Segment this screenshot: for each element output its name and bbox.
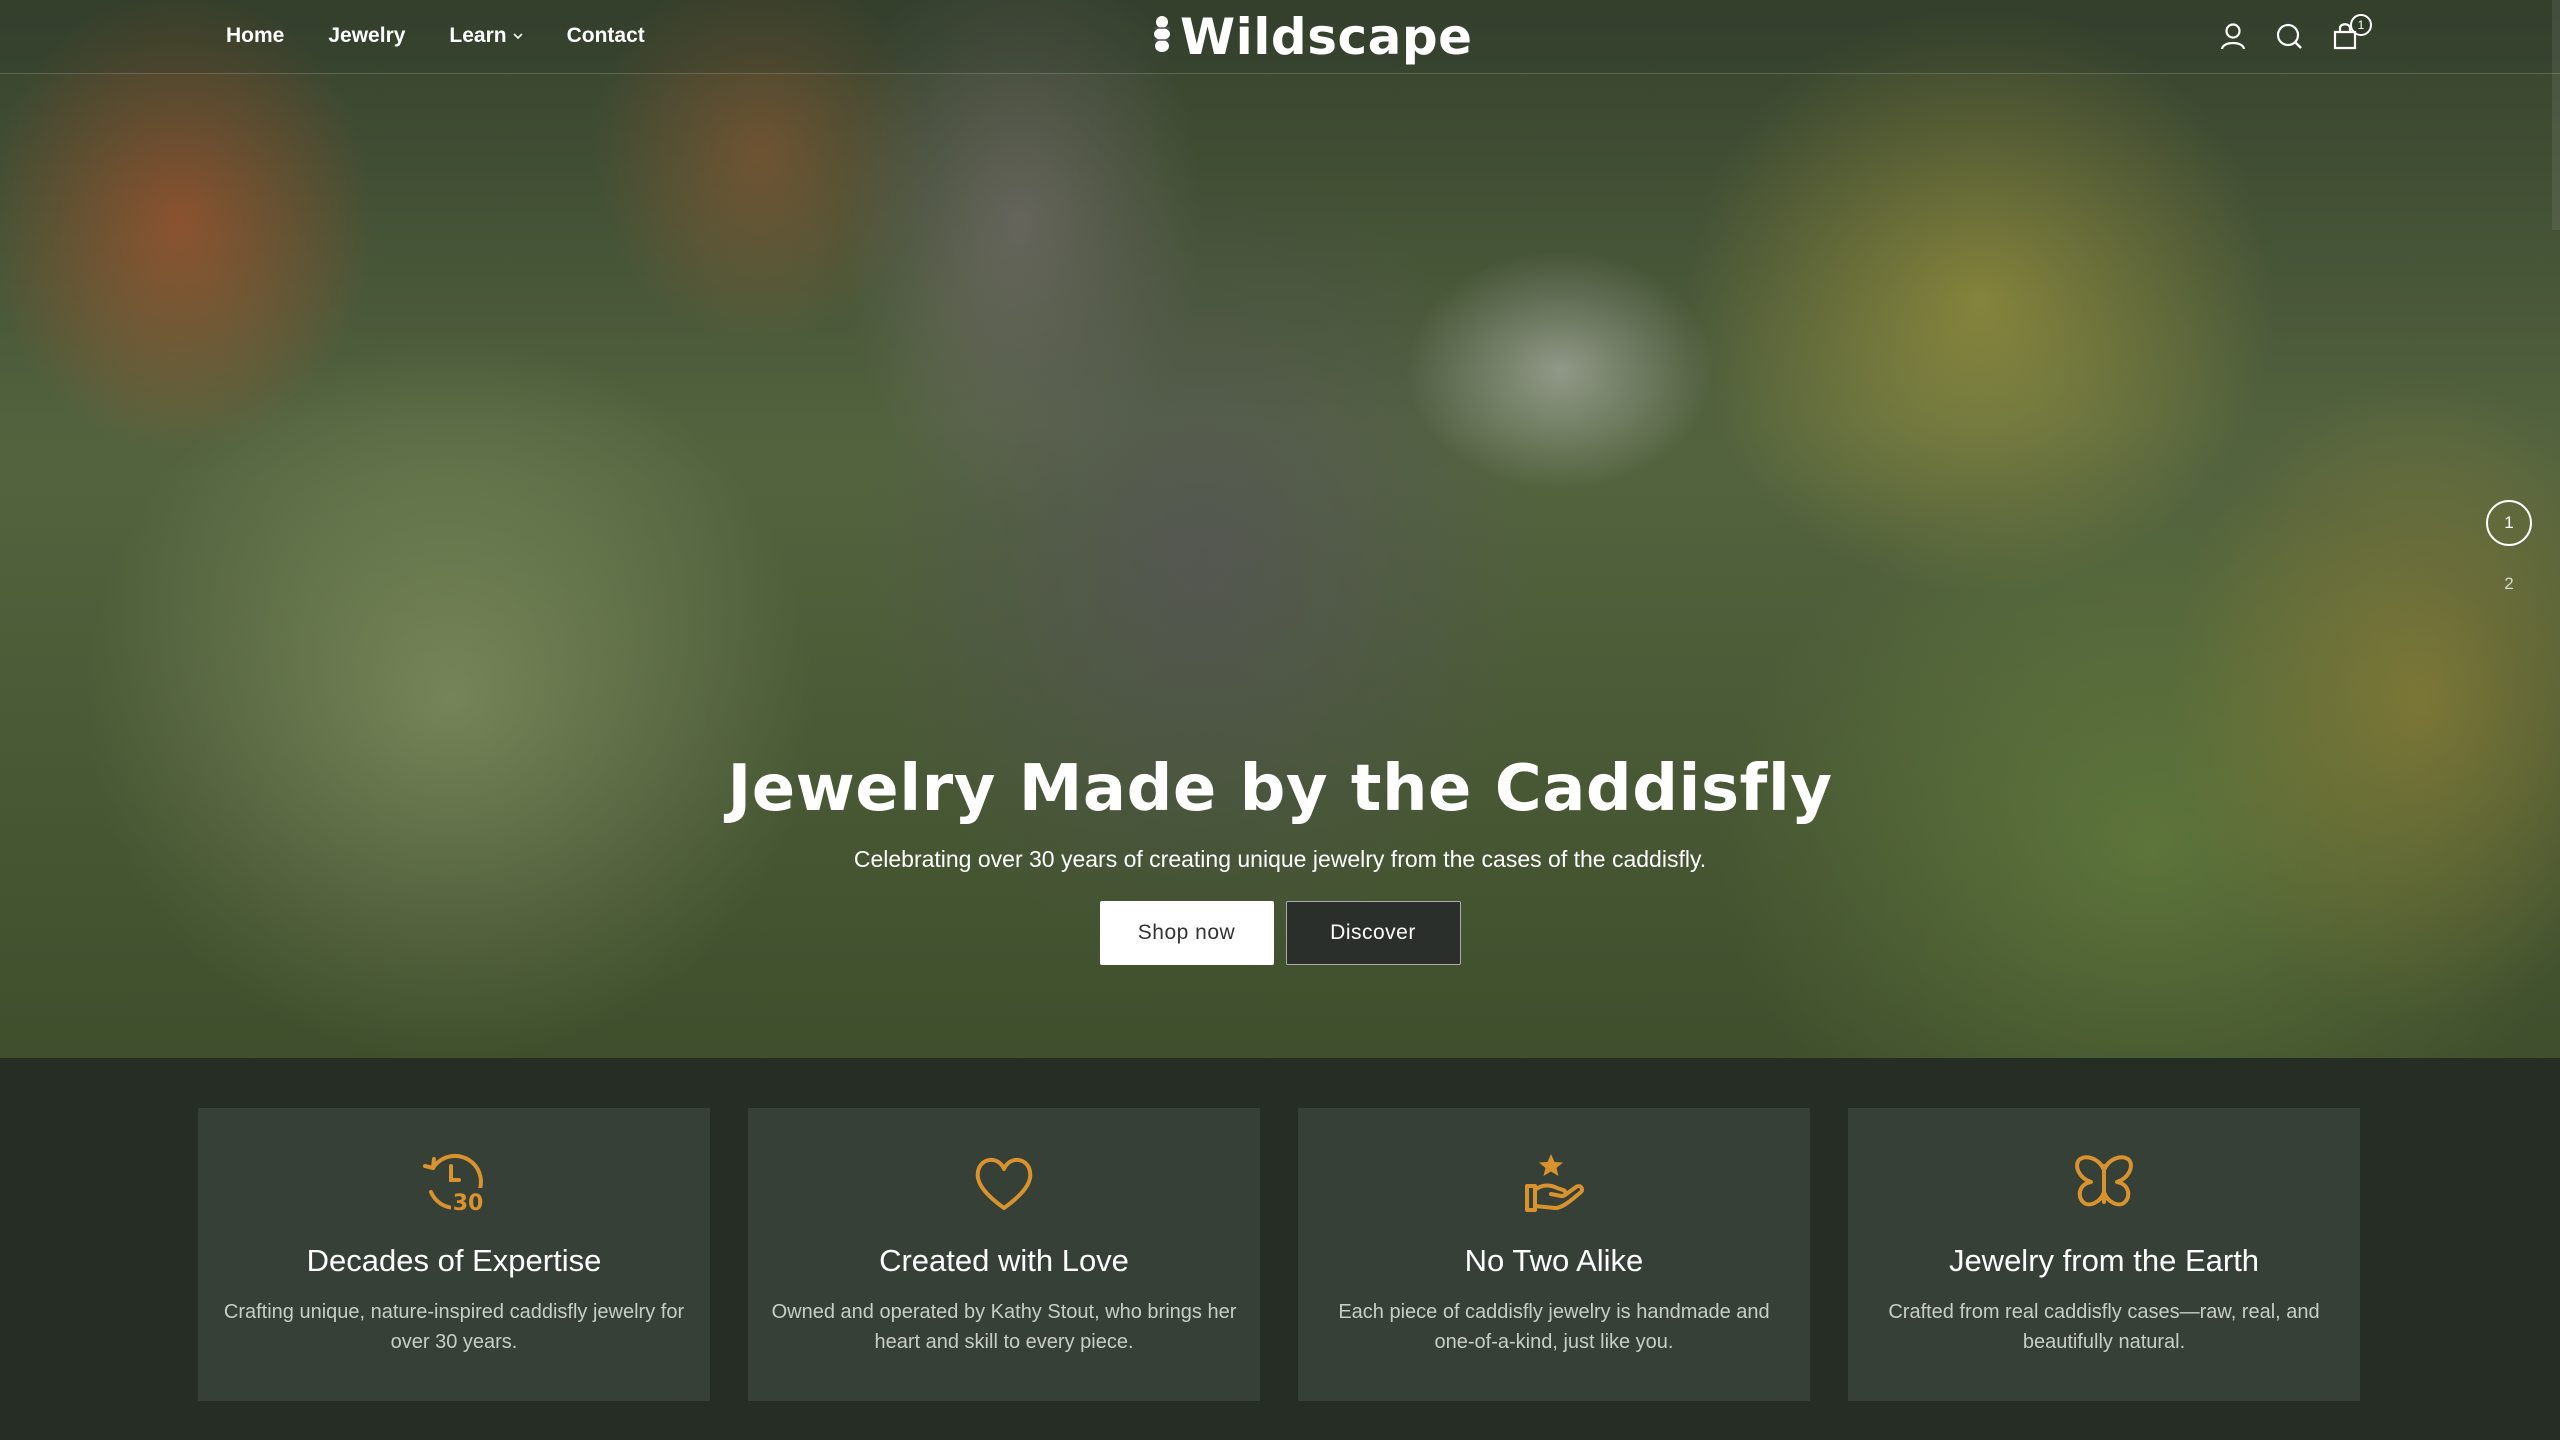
feature-text: Crafting unique, nature-inspired caddisf… <box>223 1301 685 1353</box>
caddisfly-logo-icon <box>1154 16 1170 52</box>
search-icon <box>2276 23 2302 49</box>
feature-text: Crafted from real caddisfly cases—raw, r… <box>1888 1301 2320 1353</box>
feature-text: Owned and operated by Kathy Stout, who b… <box>771 1301 1237 1353</box>
feature-title: Created with Love <box>879 1243 1129 1278</box>
feature-title: Decades of Expertise <box>306 1243 602 1278</box>
slide-2-dot[interactable]: 2 <box>2486 574 2532 594</box>
nav-contact-label: Contact <box>566 24 645 47</box>
feature-card-expertise: 30 Decades of Expertise Crafting unique,… <box>198 1108 710 1401</box>
logo-text: Wildscape <box>1180 8 1473 66</box>
nav-home-link[interactable]: Home <box>226 24 284 48</box>
discover-button[interactable]: Discover <box>1285 901 1461 965</box>
account-button[interactable] <box>2218 20 2248 52</box>
feature-title: Jewelry from the Earth <box>1948 1243 2260 1278</box>
slide-pagination: 1 2 <box>2486 500 2532 594</box>
thirty-label: 30 <box>453 1191 484 1216</box>
nav-home-label: Home <box>226 24 285 47</box>
search-button[interactable] <box>2274 20 2304 52</box>
header-actions: 1 <box>2218 14 2372 52</box>
nav-contact-link[interactable]: Contact <box>567 24 645 48</box>
hero-subtitle: Celebrating over 30 years of creating un… <box>853 846 1707 872</box>
butterfly-icon <box>2075 1155 2133 1207</box>
nav-jewelry-label: Jewelry <box>328 24 406 47</box>
site-logo[interactable]: Wildscape <box>1150 8 1473 66</box>
feature-card-earth: Jewelry from the Earth Crafted from real… <box>1848 1108 2360 1401</box>
hand-star-icon <box>1525 1154 1585 1212</box>
main-menu: Home Jewelry Learn Contact <box>226 24 689 48</box>
slide-1-dot[interactable]: 1 <box>2486 500 2532 546</box>
feature-card-unique: No Two Alike Each piece of caddisfly jew… <box>1298 1108 1810 1401</box>
nav-learn-label: Learn <box>449 24 507 47</box>
feature-card-love: Created with Love Owned and operated by … <box>748 1108 1260 1401</box>
feature-text: Each piece of caddisfly jewelry is handm… <box>1338 1301 1770 1353</box>
nav-learn-link[interactable]: Learn <box>449 24 523 48</box>
cart-button[interactable]: 1 <box>2330 14 2372 52</box>
account-icon <box>2220 23 2246 50</box>
thirty-years-icon: 30 <box>423 1153 485 1216</box>
cart-count-badge: 1 <box>2350 14 2372 36</box>
feature-title: No Two Alike <box>1464 1243 1644 1278</box>
hero-title: Jewelry Made by the Caddisfly <box>727 752 1833 826</box>
scrollbar[interactable] <box>2552 0 2560 230</box>
chevron-down-icon <box>513 33 523 40</box>
top-navigation: Home Jewelry Learn Contact Wildscape 1 <box>0 0 2560 74</box>
feature-cards: 30 Decades of Expertise Crafting unique,… <box>198 1108 2360 1401</box>
hero-buttons: Shop now Discover <box>0 901 2560 965</box>
hero-content: Jewelry Made by the Caddisfly Celebratin… <box>0 752 2560 965</box>
nav-jewelry-link[interactable]: Jewelry <box>328 24 405 48</box>
shop-now-button[interactable]: Shop now <box>1099 901 1274 965</box>
heart-icon <box>975 1157 1033 1210</box>
